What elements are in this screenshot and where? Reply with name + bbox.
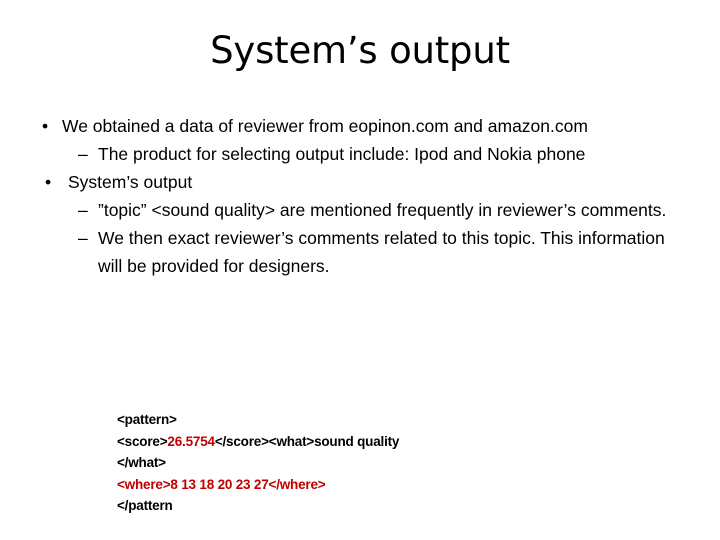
bullet-text: We obtained a data of reviewer from eopi… bbox=[62, 116, 588, 136]
bullet-text: System’s output bbox=[68, 172, 193, 192]
dash-marker-icon: – bbox=[78, 144, 88, 164]
pattern-line: </pattern bbox=[117, 495, 447, 517]
pattern-segment: <pattern> bbox=[117, 412, 177, 427]
pattern-segment: <where>8 13 18 20 23 27</where> bbox=[117, 476, 326, 492]
pattern-line: <score>26.5754</score><what>sound qualit… bbox=[117, 431, 447, 474]
page-title: System’s output bbox=[210, 29, 510, 72]
bullet-text: ”topic” <sound quality> are mentioned fr… bbox=[98, 200, 667, 220]
bullet-item-level1: • We obtained a data of reviewer from eo… bbox=[30, 112, 675, 140]
pattern-line: <where>8 13 18 20 23 27</where> bbox=[117, 474, 447, 496]
bullet-item-level2: – We then exact reviewer’s comments rela… bbox=[30, 224, 675, 280]
pattern-segment: 26.5754 bbox=[167, 433, 215, 449]
bullet-item-level2: – The product for selecting output inclu… bbox=[30, 140, 675, 168]
bullet-item-level2: – ”topic” <sound quality> are mentioned … bbox=[30, 196, 675, 224]
dash-marker-icon: – bbox=[78, 228, 88, 248]
bullet-item-level1: • System’s output bbox=[30, 168, 675, 196]
dash-marker-icon: – bbox=[78, 200, 88, 220]
pattern-segment: <score> bbox=[117, 433, 168, 449]
bullet-marker-icon: • bbox=[42, 116, 49, 136]
pattern-output-block: <pattern> <score>26.5754</score><what>so… bbox=[117, 409, 447, 517]
pattern-line: <pattern> bbox=[117, 409, 447, 431]
presentation-slide: System’s output • We obtained a data of … bbox=[0, 0, 720, 540]
pattern-segment: </pattern bbox=[117, 498, 173, 513]
bullet-text: The product for selecting output include… bbox=[98, 144, 586, 164]
slide-body: • We obtained a data of reviewer from eo… bbox=[30, 112, 675, 280]
bullet-marker-icon: • bbox=[45, 172, 52, 192]
bullet-text: We then exact reviewer’s comments relate… bbox=[98, 228, 665, 276]
